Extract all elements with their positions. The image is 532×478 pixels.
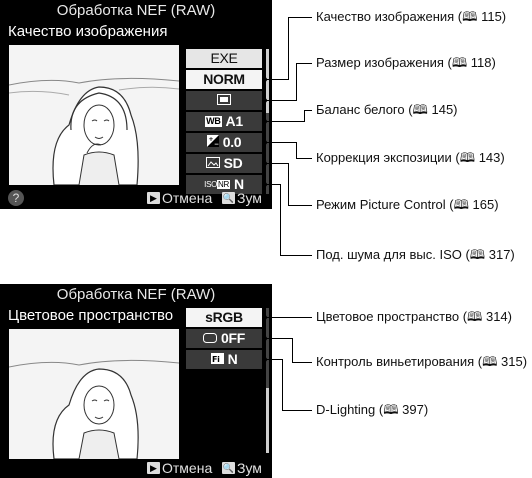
callout-line <box>264 163 288 164</box>
callout-line <box>296 63 297 101</box>
callout-line <box>292 362 312 363</box>
help-icon[interactable]: ? <box>8 190 24 206</box>
callout-line <box>288 17 289 80</box>
zoom-button[interactable]: 🔍 Зум <box>222 188 262 208</box>
preview-image <box>9 45 179 185</box>
zoom-key-icon: 🔍 <box>222 192 235 204</box>
bottom-bar: ▶ Отмена 🔍 Зум <box>0 458 272 478</box>
cancel-label: Отмена <box>162 190 213 206</box>
callout-line <box>264 121 304 122</box>
bottom-bar: ? ▶ Отмена 🔍 Зум <box>0 188 272 208</box>
callout-line <box>288 17 312 18</box>
callout-image-quality: Качество изображения (🕮 115) <box>316 9 507 24</box>
menu-label: 0.0 <box>222 134 242 150</box>
screen-title: Обработка NEF (RAW) <box>56 286 216 303</box>
callout-vignette: Контроль виньетирования (🕮 315) <box>316 354 528 369</box>
portrait-illustration <box>9 329 179 459</box>
callout-line <box>282 359 283 411</box>
image-size-item[interactable] <box>186 91 262 110</box>
callout-white-balance: Баланс белого (🕮 145) <box>316 102 458 117</box>
selected-option-heading: Цветовое пространство <box>8 307 174 324</box>
callout-d-lighting: D-Lighting (🕮 397) <box>316 402 429 417</box>
callout-line <box>288 163 289 206</box>
callout-line <box>264 338 292 339</box>
exposure-comp-item[interactable]: + − 0.0 <box>186 133 262 152</box>
callout-line <box>296 142 297 159</box>
callout-picture-control: Режим Picture Control (🕮 165) <box>316 197 499 212</box>
image-quality-item[interactable]: NORM <box>186 70 262 89</box>
white-balance-item[interactable]: WB A1 <box>186 112 262 131</box>
callout-line <box>264 142 296 143</box>
retouch-screen-2: Обработка NEF (RAW) Цветовое пространств… <box>0 284 272 478</box>
callout-color-space: Цветовое пространство (🕮 314) <box>316 309 512 324</box>
callout-line <box>304 110 312 111</box>
callout-exposure-comp: Коррекция экспозиции (🕮 143) <box>316 150 505 165</box>
callout-line <box>264 79 288 80</box>
preview-image <box>9 329 179 459</box>
playback-key-icon: ▶ <box>147 462 160 474</box>
menu-label: N <box>227 351 238 367</box>
callout-line <box>264 317 312 318</box>
svg-text:Fi: Fi <box>212 355 220 364</box>
callout-line <box>264 100 296 101</box>
callout-line <box>304 110 305 122</box>
d-lighting-item[interactable]: Fi N <box>186 350 262 369</box>
menu-label: sRGB <box>205 309 243 325</box>
callout-line <box>264 184 280 185</box>
callout-line <box>288 205 312 206</box>
callout-high-iso-nr: Под. шума для выс. ISO (🕮 317) <box>316 247 515 262</box>
vignette-icon <box>203 329 217 348</box>
scrollbar-thumb[interactable] <box>266 388 269 453</box>
callout-line <box>296 63 312 64</box>
callout-line <box>282 410 312 411</box>
callout-line <box>296 158 312 159</box>
zoom-label: Зум <box>237 190 262 206</box>
d-lighting-icon: Fi <box>210 350 224 369</box>
svg-text:+: + <box>208 136 213 143</box>
svg-text:−: − <box>214 141 219 147</box>
portrait-illustration <box>9 45 179 185</box>
vignette-control-item[interactable]: 0FF <box>186 329 262 348</box>
retouch-screen-1: Обработка NEF (RAW) Качество изображения… <box>0 0 272 209</box>
menu-label: SD <box>223 155 243 171</box>
callout-image-size: Размер изображения (🕮 118) <box>316 55 496 70</box>
picture-control-item[interactable]: SD <box>186 154 262 173</box>
menu-label: EXE <box>210 50 238 66</box>
callout-line <box>292 338 293 363</box>
exposure-comp-icon: + − <box>206 133 219 152</box>
callout-line <box>280 255 312 256</box>
playback-key-icon: ▶ <box>147 192 160 204</box>
menu-label: 0FF <box>221 330 245 346</box>
screen-title: Обработка NEF (RAW) <box>56 2 216 19</box>
cancel-button[interactable]: ▶ Отмена <box>147 188 212 208</box>
selected-option-heading: Качество изображения <box>8 23 168 40</box>
callout-line <box>264 359 282 360</box>
callout-line <box>280 184 281 256</box>
white-balance-icon: WB <box>205 116 222 127</box>
picture-control-icon <box>205 154 220 173</box>
image-size-icon <box>217 91 231 110</box>
color-space-item[interactable]: sRGB <box>186 308 262 327</box>
menu-label: NORM <box>203 71 245 87</box>
cancel-label: Отмена <box>162 460 213 476</box>
zoom-key-icon: 🔍 <box>222 462 235 474</box>
scrollbar[interactable] <box>266 308 269 453</box>
execute-item[interactable]: EXE <box>186 49 262 68</box>
zoom-button[interactable]: 🔍 Зум <box>222 458 262 478</box>
zoom-label: Зум <box>237 460 262 476</box>
cancel-button[interactable]: ▶ Отмена <box>147 458 212 478</box>
menu-label: A1 <box>225 113 244 129</box>
